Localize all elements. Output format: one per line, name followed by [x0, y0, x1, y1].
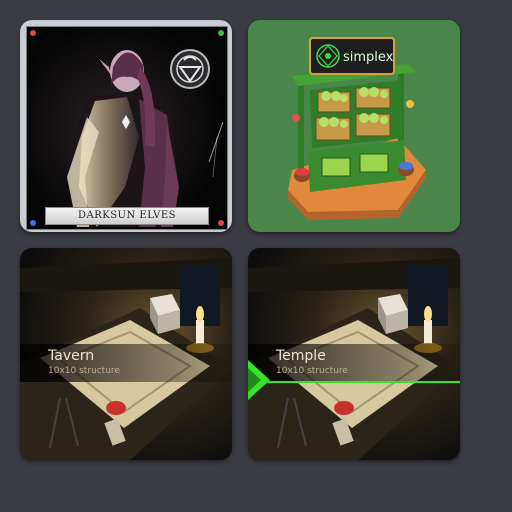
structure-title: Tavern	[48, 348, 95, 364]
selection-arrow-icon	[248, 360, 270, 400]
structure-title: Temple	[276, 348, 326, 364]
card-frame: DARKSUN ELVES	[26, 26, 228, 230]
card-tile-darksun-elves[interactable]: DARKSUN ELVES	[20, 20, 232, 232]
store-booth-illustration: simplex	[288, 37, 426, 220]
structure-subtitle: 10x10 structure	[276, 366, 348, 376]
store-sign: simplex	[309, 37, 395, 75]
structure-tile-temple[interactable]: Temple 10x10 structure	[248, 248, 460, 460]
card-caption: DARKSUN ELVES	[45, 207, 209, 225]
store-booth-tile[interactable]: simplex	[248, 20, 460, 232]
structure-subtitle: 10x10 structure	[48, 366, 120, 376]
store-sign-text: simplex	[343, 50, 394, 65]
faction-emblem-icon	[170, 49, 210, 89]
elf-character-art	[27, 27, 227, 229]
selection-underline	[248, 381, 460, 383]
structure-tile-tavern[interactable]: Tavern 10x10 structure	[20, 248, 232, 460]
